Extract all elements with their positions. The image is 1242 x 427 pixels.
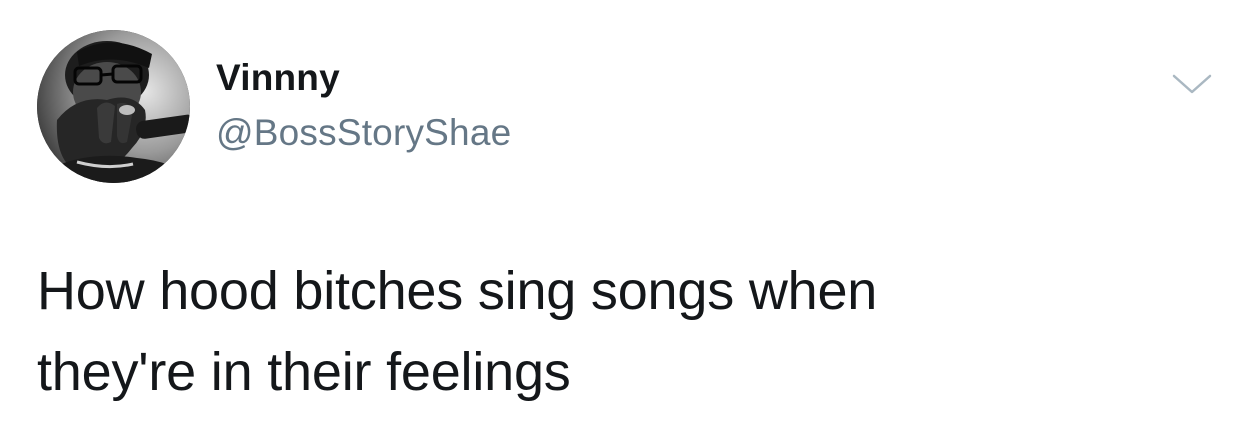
tweet-text-line: How hood bitches sing songs when xyxy=(37,261,878,321)
tweet-card: Vinnny @BossStoryShae How hood bitches s… xyxy=(0,0,1242,427)
avatar[interactable] xyxy=(37,30,190,183)
chevron-down-icon xyxy=(1172,74,1212,94)
profile-photo-icon xyxy=(37,30,190,183)
tweet-text: How hood bitches sing songs when they're… xyxy=(37,251,1187,413)
display-name[interactable]: Vinnny xyxy=(216,53,340,103)
user-handle[interactable]: @BossStoryShae xyxy=(216,108,511,158)
tweet-text-line: they're in their feelings xyxy=(37,342,571,402)
tweet-menu-button[interactable] xyxy=(1170,66,1214,100)
